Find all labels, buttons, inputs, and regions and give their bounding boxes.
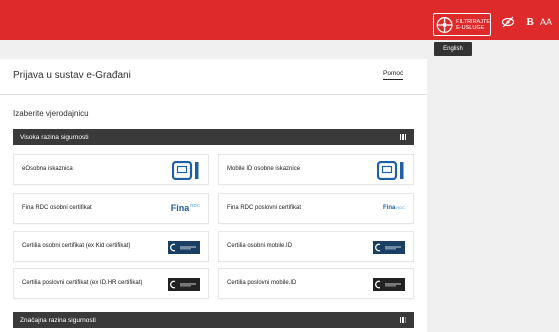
fina-logo: Fina RDC xyxy=(170,203,200,213)
certilia-logo xyxy=(168,278,200,291)
page-title: Prijava u sustav e-Građani xyxy=(13,70,131,81)
credential-fina-personal[interactable]: Fina RDC osobni certifikat Fina RDC xyxy=(13,193,209,224)
security-level-icon xyxy=(399,134,406,140)
credential-certilia-personal-cert[interactable]: Certilia osobni certifikat (ex Kid certi… xyxy=(13,231,209,262)
certilia-logo xyxy=(373,278,405,291)
credential-certilia-business-mobile[interactable]: Certilia poslovni mobile.ID xyxy=(218,268,414,299)
credential-fina-business[interactable]: Fina RDC poslovni certifikat Fina RDC xyxy=(218,193,414,224)
filter-label: FILTRIRAJTE E-USLUGE xyxy=(456,18,490,31)
certilia-logo xyxy=(168,241,200,254)
page-header: Prijava u sustav e-Građani Pomoć xyxy=(0,59,427,95)
eid-card-icon xyxy=(172,161,199,180)
language-bar: English xyxy=(0,40,559,59)
credential-label: Certilia poslovni certifikat (ex ID.HR c… xyxy=(22,280,143,286)
certilia-logo xyxy=(373,241,405,254)
credential-label: Certilia osobni certifikat (ex Kid certi… xyxy=(22,243,131,249)
credential-label: Mobile ID osobne iskaznice xyxy=(227,166,301,172)
font-size-icon[interactable]: AA xyxy=(540,11,559,33)
right-gutter xyxy=(427,59,559,332)
bold-text-icon[interactable]: B xyxy=(519,11,541,33)
credential-mobile-id[interactable]: Mobile ID osobne iskaznice xyxy=(218,154,414,185)
credential-label: Fina RDC poslovni certifikat xyxy=(227,205,302,211)
eye-off-icon[interactable] xyxy=(497,11,519,33)
language-english-button[interactable]: English xyxy=(434,42,472,56)
filter-services-button[interactable]: FILTRIRAJTE E-USLUGE xyxy=(433,13,491,36)
credential-eosobna[interactable]: eOsobna iskaznica xyxy=(13,154,209,185)
filter-icon xyxy=(436,16,453,33)
security-level-icon xyxy=(399,317,406,323)
section-header-substantial[interactable]: Značajna razina sigurnosti xyxy=(13,312,414,328)
credential-certilia-business-cert[interactable]: Certilia poslovni certifikat (ex ID.HR c… xyxy=(13,268,209,299)
credential-label: Certilia osobni mobile.ID xyxy=(227,243,293,249)
mobile-id-card-icon xyxy=(377,161,404,180)
credential-label: Certilia poslovni mobile.ID xyxy=(227,280,297,286)
credential-certilia-personal-mobile[interactable]: Certilia osobni mobile.ID xyxy=(218,231,414,262)
section-header-high[interactable]: Visoka razina sigurnosti xyxy=(13,129,414,145)
top-bar: FILTRIRAJTE E-USLUGE B AA xyxy=(0,0,559,40)
fina-logo: Fina RDC xyxy=(382,205,405,211)
help-link[interactable]: Pomoć xyxy=(383,70,404,80)
credential-label: eOsobna iskaznica xyxy=(22,166,73,172)
credential-label: Fina RDC osobni certifikat xyxy=(22,205,92,211)
choose-credential-label: Izaberite vjerodajnicu xyxy=(13,109,89,118)
